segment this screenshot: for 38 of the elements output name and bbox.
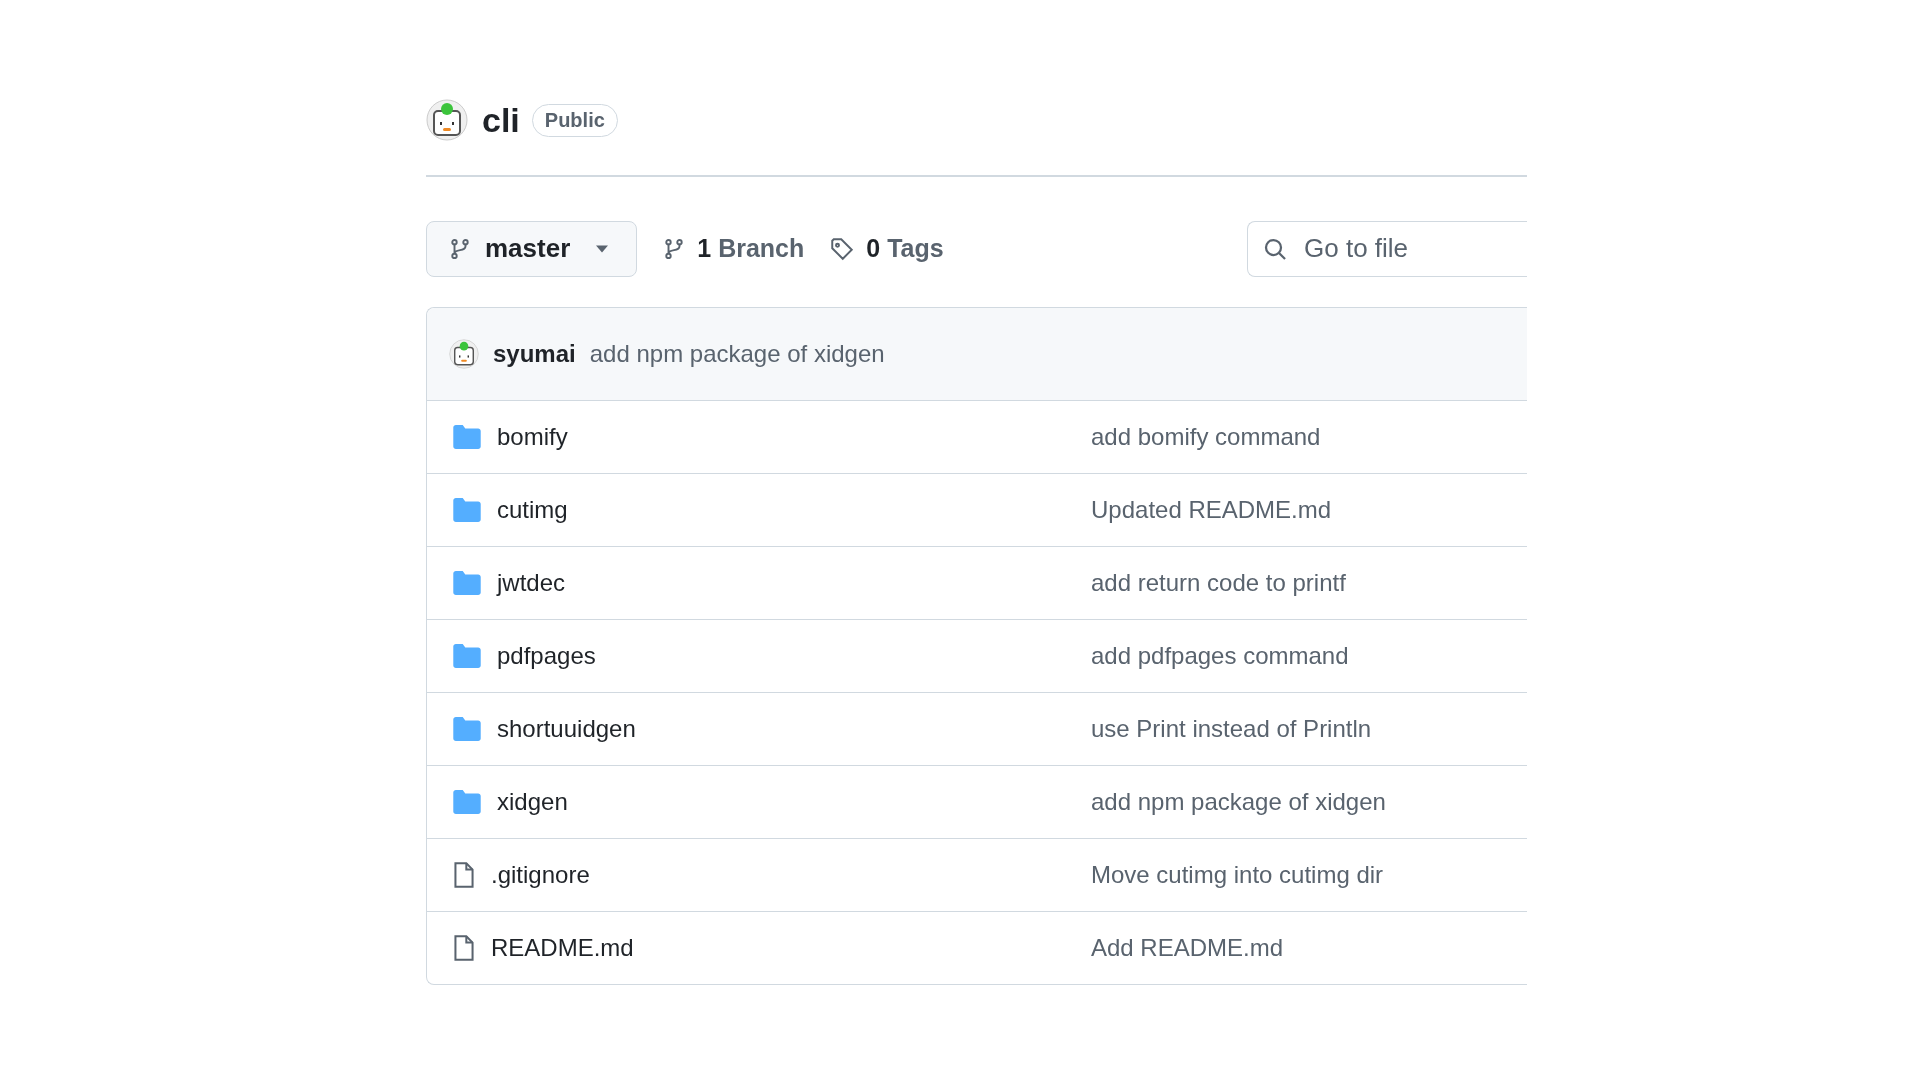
- commit-message-link[interactable]: add pdfpages command: [1091, 641, 1349, 670]
- tags-link[interactable]: 0 Tags: [830, 234, 944, 263]
- branch-icon: [663, 237, 686, 260]
- commit-message[interactable]: add npm package of xidgen: [589, 339, 885, 368]
- tag-icon: [830, 236, 855, 261]
- file-name-link[interactable]: .gitignore: [491, 860, 590, 889]
- commit-message-link[interactable]: add return code to printf: [1091, 568, 1346, 597]
- file-name-link[interactable]: cutimg: [497, 495, 568, 524]
- commit-author[interactable]: syumai: [493, 339, 576, 368]
- folder-icon: [453, 570, 481, 595]
- file-name-link[interactable]: pdfpages: [497, 641, 596, 670]
- file-name-link[interactable]: README.md: [491, 933, 634, 962]
- folder-icon: [453, 716, 481, 741]
- commit-message-link[interactable]: add bomify command: [1091, 422, 1321, 451]
- avatar-drawing: [426, 99, 468, 141]
- file-name-link[interactable]: shortuuidgen: [497, 714, 636, 743]
- file-name-link[interactable]: jwtdec: [497, 568, 566, 597]
- go-to-file-field[interactable]: Go to file: [1247, 220, 1527, 277]
- folder-icon: [453, 789, 481, 814]
- search-icon: [1263, 236, 1287, 261]
- avatar-drawing: [449, 338, 479, 369]
- file-icon: [453, 933, 475, 962]
- file-icon: [453, 860, 475, 889]
- commit-message-link[interactable]: Updated README.md: [1091, 495, 1332, 524]
- commit-message-link[interactable]: use Print instead of Println: [1091, 714, 1372, 743]
- file-name-link[interactable]: bomify: [497, 422, 568, 451]
- folder-icon: [453, 497, 481, 522]
- branch-selector[interactable]: master: [426, 220, 638, 277]
- branch-icon: [449, 237, 471, 260]
- repo-name[interactable]: cli: [482, 100, 520, 140]
- file-name-link[interactable]: xidgen: [497, 787, 568, 816]
- commit-message-link[interactable]: add npm package of xidgen: [1091, 787, 1386, 816]
- folder-icon: [453, 424, 481, 449]
- commit-message-link[interactable]: Add README.md: [1091, 933, 1284, 962]
- caret-icon: [596, 244, 609, 253]
- branches-link[interactable]: 1 Branch: [663, 234, 805, 263]
- commit-message-link[interactable]: Move cutimg into cutimg dir: [1091, 860, 1384, 889]
- folder-icon: [453, 643, 481, 668]
